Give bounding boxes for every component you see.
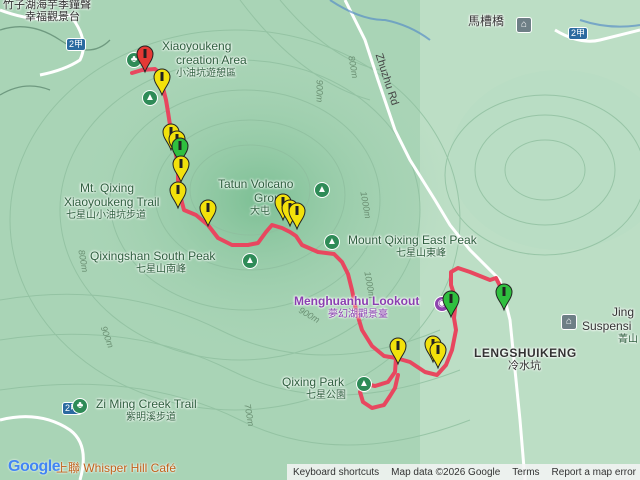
waypoint-pin-icon[interactable] (389, 337, 407, 366)
keyboard-shortcuts-link[interactable]: Keyboard shortcuts (287, 467, 385, 478)
flag-pin-icon[interactable] (442, 290, 460, 319)
marker-layer (136, 45, 513, 370)
waypoint-pin-icon[interactable] (288, 202, 306, 231)
waypoint-pin-icon[interactable] (429, 341, 447, 370)
map-canvas[interactable]: 800m 900m 1000m 800m 900m 1000m 700m 900… (0, 0, 640, 480)
map-label-whisper-hill[interactable]: 上聯 Whisper Hill Café (56, 459, 176, 476)
flag-pin-icon[interactable] (495, 283, 513, 312)
waypoint-pin-icon[interactable] (172, 155, 190, 184)
waypoint-pin-icon[interactable] (153, 68, 171, 97)
google-logo: Google (8, 458, 61, 476)
start-pin-icon[interactable] (136, 45, 154, 74)
report-error-link[interactable]: Report a map error (546, 467, 640, 478)
map-footer: Keyboard shortcuts Map data ©2026 Google… (287, 464, 640, 480)
waypoint-pin-icon[interactable] (199, 199, 217, 228)
google-logo-text: Google (8, 458, 61, 475)
waypoint-pin-icon[interactable] (169, 181, 187, 210)
terms-link[interactable]: Terms (506, 467, 545, 478)
map-data-attribution: Map data ©2026 Google (391, 466, 501, 478)
